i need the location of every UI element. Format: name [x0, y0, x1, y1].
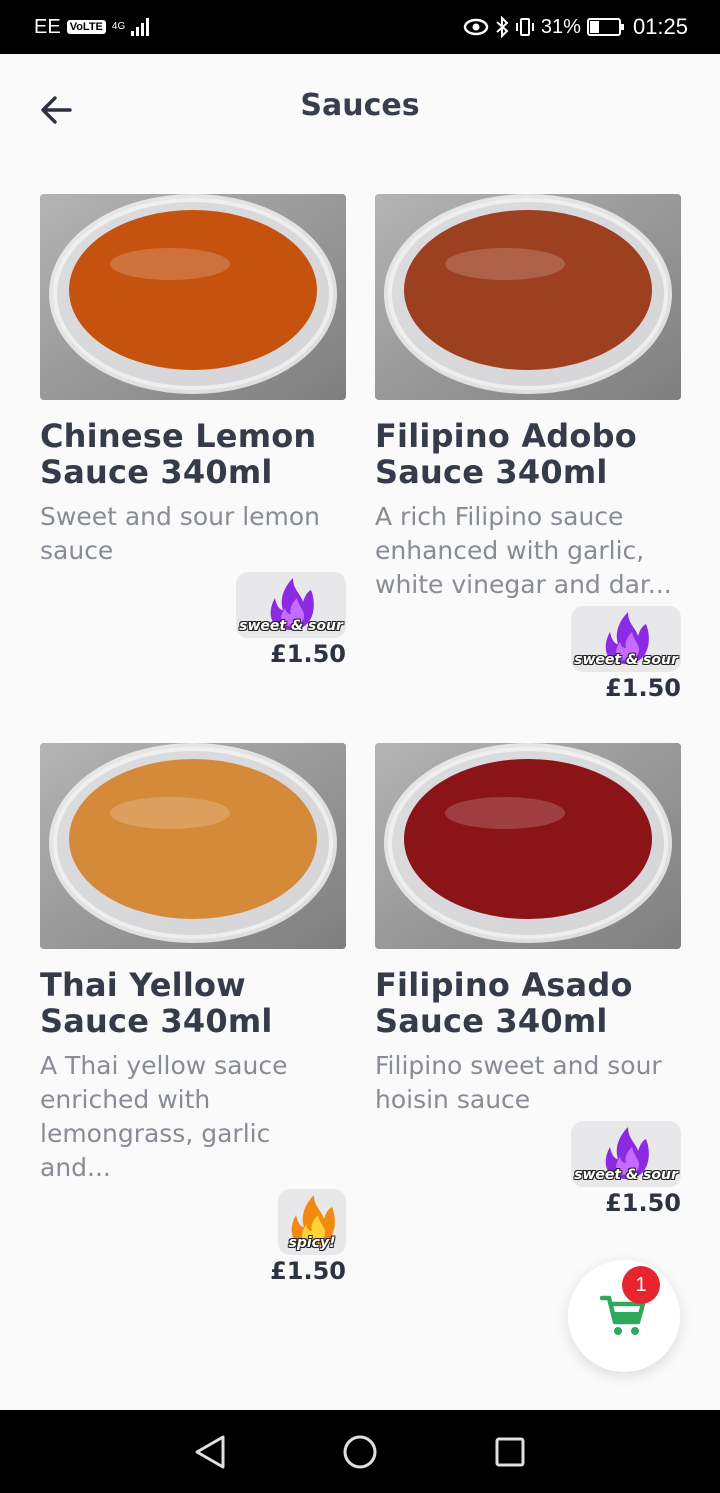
product-card[interactable]: Filipino Adobo Sauce 340ml A rich Filipi…	[375, 194, 681, 702]
product-description: A Thai yellow sauce enriched with lemong…	[40, 1051, 288, 1182]
page-title: Sauces	[300, 88, 420, 123]
product-card[interactable]: Chinese Lemon Sauce 340ml Sweet and sour…	[40, 194, 346, 668]
nav-back-icon	[195, 1435, 225, 1468]
nav-back-button[interactable]	[190, 1432, 230, 1472]
product-meta: sweet & sour £1.50	[40, 572, 346, 668]
signal-icon	[131, 18, 150, 36]
bluetooth-icon	[496, 16, 509, 38]
sauce-tub-image	[375, 743, 681, 949]
nav-home-icon	[343, 1435, 377, 1468]
nav-home-button[interactable]	[340, 1432, 380, 1472]
flavour-badge: spicy!	[278, 1189, 346, 1255]
cart-button[interactable]: 1	[568, 1260, 680, 1372]
product-meta: spicy! £1.50	[40, 1189, 346, 1285]
product-price: £1.50	[605, 1189, 681, 1217]
product-name: Chinese Lemon Sauce 340ml	[40, 417, 317, 491]
flavour-badge: sweet & sour	[571, 606, 681, 672]
product-price: £1.50	[605, 674, 681, 702]
product-meta: sweet & sour £1.50	[375, 1121, 681, 1217]
sauce-tub-image	[40, 743, 346, 949]
cart-count-badge: 1	[622, 1266, 660, 1304]
badge-label: sweet & sour	[239, 618, 343, 634]
product-description: A rich Filipino sauce enhanced with garl…	[375, 502, 672, 599]
product-photo	[375, 194, 681, 400]
network-type: 4G	[111, 21, 126, 32]
status-bar: EE VoLTE 4G 31% 01:25	[0, 0, 720, 54]
product-description: Filipino sweet and sour hoisin sauce	[375, 1051, 662, 1114]
sauce-tub-image	[375, 194, 681, 400]
product-name: Thai Yellow Sauce 340ml	[40, 966, 273, 1040]
product-card[interactable]: Filipino Asado Sauce 340ml Filipino swee…	[375, 743, 681, 1217]
product-name: Filipino Adobo Sauce 340ml	[375, 417, 637, 491]
vibrate-icon	[515, 18, 534, 36]
nav-recents-button[interactable]	[490, 1432, 530, 1472]
system-nav-bar	[0, 1410, 720, 1493]
product-name: Filipino Asado Sauce 340ml	[375, 966, 633, 1040]
product-photo	[375, 743, 681, 949]
nav-recents-icon	[495, 1437, 525, 1466]
badge-label: sweet & sour	[574, 652, 678, 668]
flavour-badge: sweet & sour	[571, 1121, 681, 1187]
product-photo	[40, 743, 346, 949]
product-card[interactable]: Thai Yellow Sauce 340ml A Thai yellow sa…	[40, 743, 346, 1285]
sauce-tub-image	[40, 194, 346, 400]
battery-icon	[586, 18, 624, 36]
product-price: £1.50	[270, 1257, 346, 1285]
volte-badge: VoLTE	[66, 20, 106, 34]
product-meta: sweet & sour £1.50	[375, 606, 681, 702]
battery-percent: 31%	[540, 15, 581, 38]
clock: 01:25	[632, 14, 688, 39]
badge-label: spicy!	[288, 1235, 336, 1251]
eye-icon	[463, 18, 489, 36]
flavour-badge: sweet & sour	[236, 572, 346, 638]
carrier-label: EE	[34, 15, 61, 38]
app-header: Sauces	[0, 54, 720, 164]
badge-label: sweet & sour	[574, 1167, 678, 1183]
product-price: £1.50	[270, 640, 346, 668]
product-description: Sweet and sour lemon sauce	[40, 502, 321, 565]
product-photo	[40, 194, 346, 400]
